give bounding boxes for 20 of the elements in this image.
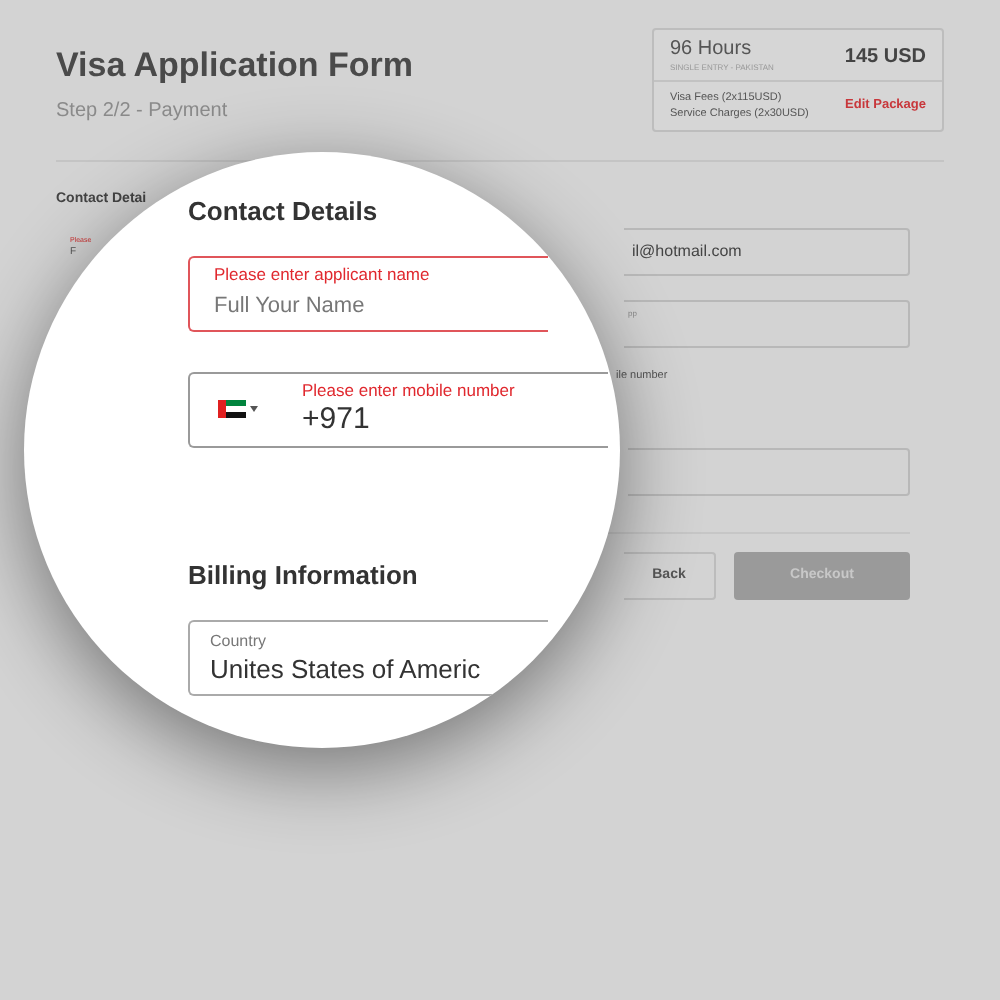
field-label: Country: [210, 631, 267, 651]
field-value: +971: [302, 402, 372, 438]
caret-icon: [250, 406, 258, 412]
field-value: il@hotmail.com: [632, 240, 742, 264]
page-title: Visa Application Form: [56, 46, 414, 86]
field-label: Please enter applicant name: [214, 264, 430, 286]
field-value: Unites States of Americ: [210, 651, 481, 685]
flag-icon: [218, 400, 246, 418]
field-placeholder: Full Your Name: [214, 292, 365, 322]
phone-field[interactable]: Please enter mobile number +971: [188, 371, 608, 447]
step-label: Step 2/2 - Payment: [56, 98, 230, 126]
package-duration: 96 Hours: [670, 38, 754, 62]
section-title: Contact Details: [188, 194, 378, 230]
package-price: 145 USD: [844, 43, 926, 71]
text-field[interactable]: [628, 448, 910, 497]
email-field[interactable]: il@hotmail.com: [624, 228, 910, 276]
field-label: Please enter mobile number: [302, 380, 515, 402]
name-field[interactable]: Please enter applicant name Full Your Name: [188, 255, 548, 331]
section-title: Billing Information: [188, 557, 418, 594]
country-field[interactable]: Country Unites States of Americ: [188, 620, 548, 696]
